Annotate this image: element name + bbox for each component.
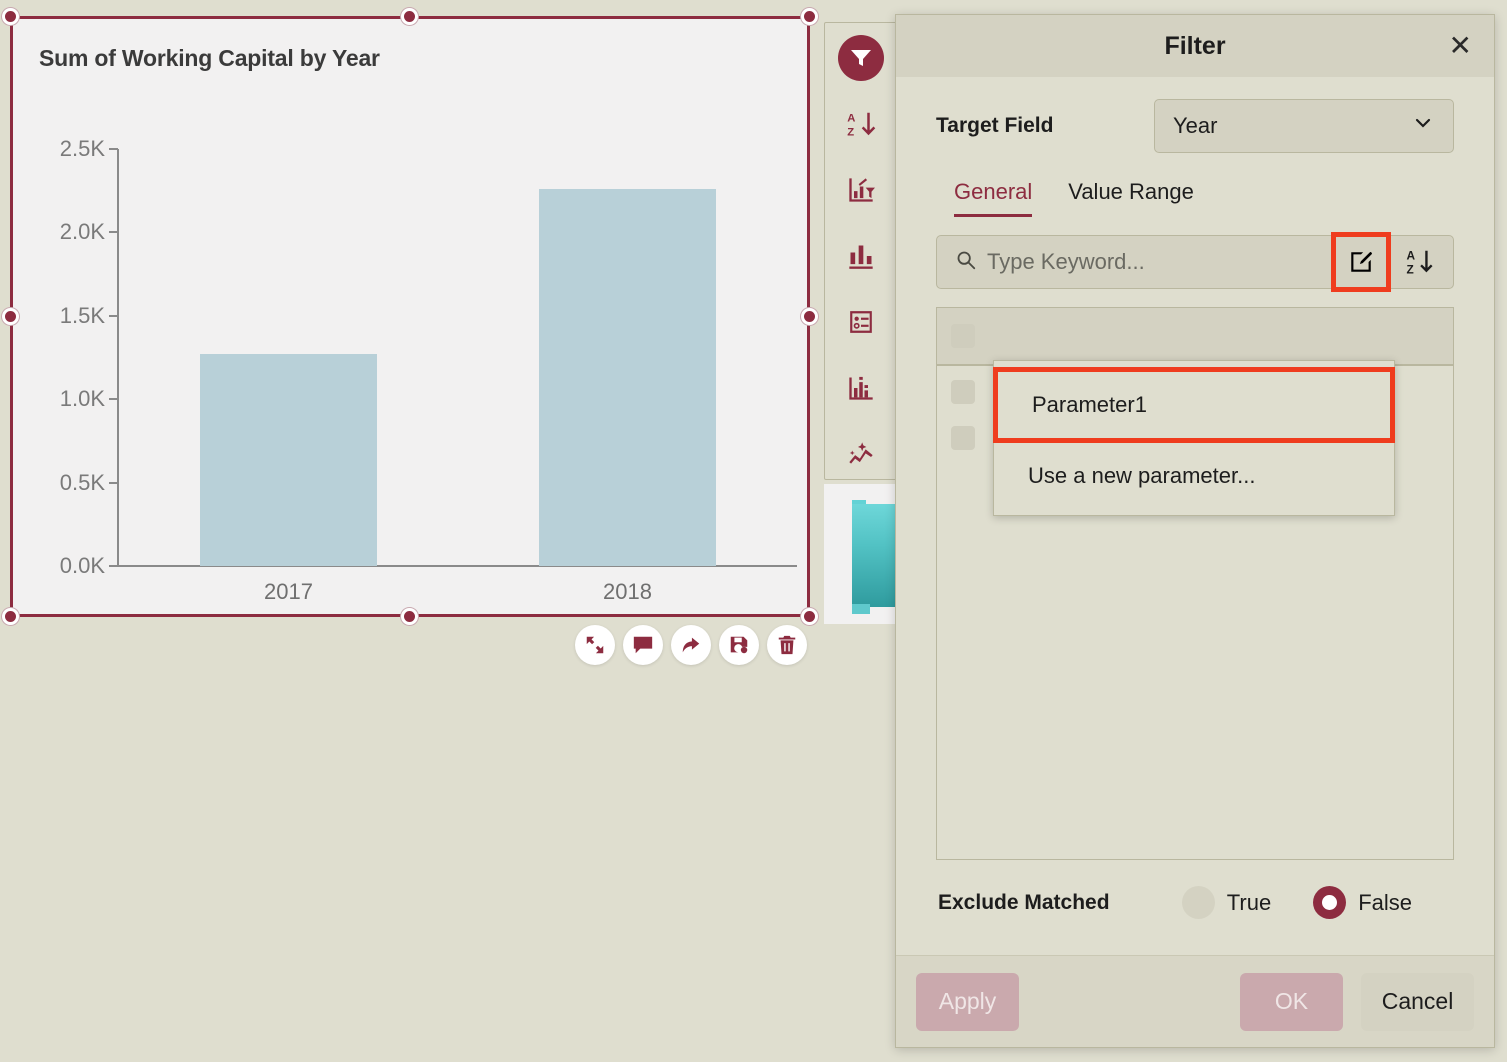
ok-button[interactable]: OK <box>1240 972 1343 1031</box>
popup-item-new-parameter[interactable]: Use a new parameter... <box>994 443 1394 509</box>
bar[interactable] <box>200 354 377 566</box>
dialog-title: Filter <box>1164 31 1226 60</box>
save-button[interactable] <box>719 625 759 665</box>
exclude-matched-label: Exclude Matched <box>938 890 1110 914</box>
filter-icon <box>851 50 871 66</box>
target-field-row: Target Field Year <box>936 99 1454 153</box>
chart-widget[interactable]: Sum of Working Capital by Year 0.0K 0.5K 1… <box>10 16 810 617</box>
radio-false-label: False <box>1358 889 1412 915</box>
target-field-value: Year <box>1173 113 1218 138</box>
popup-item-parameter1[interactable]: Parameter1 <box>993 367 1395 443</box>
resize-handle-top-center[interactable] <box>401 8 418 25</box>
resize-handle-mid-right[interactable] <box>801 308 818 325</box>
resize-handle-bottom-right[interactable] <box>801 608 818 625</box>
resize-handle-top-left[interactable] <box>2 8 19 25</box>
y-axis-tick-label: 1.5K <box>59 302 105 328</box>
bar-chart-tool[interactable] <box>838 233 884 279</box>
x-axis-tick-label: 2017 <box>264 579 313 604</box>
chart-tools-toolbar: A Z <box>824 22 898 480</box>
expand-button[interactable] <box>575 625 615 665</box>
resize-handle-mid-left[interactable] <box>2 308 19 325</box>
teal-bar-cap-bottom <box>852 604 870 614</box>
y-axis-tick-label: 0.5K <box>59 469 105 495</box>
exclude-matched-row: Exclude Matched True False <box>936 886 1454 919</box>
sort-tool[interactable]: A Z <box>838 101 884 147</box>
y-axis-tick-label: 2.5K <box>59 136 105 161</box>
svg-text:A: A <box>1407 249 1416 263</box>
value-list-header <box>936 307 1454 365</box>
bars-container <box>119 149 797 566</box>
histogram-tool[interactable] <box>838 365 884 411</box>
parameter-popup-menu: Parameter1 Use a new parameter... <box>993 360 1395 516</box>
bar-chart-icon <box>849 245 873 269</box>
chart-filter-tool[interactable] <box>838 167 884 213</box>
x-axis-tick-label: 2018 <box>603 579 652 604</box>
trend-line-icon <box>849 442 873 464</box>
app-root: Sum of Working Capital by Year 0.0K 0.5K 1… <box>0 0 1507 1062</box>
legend-tool[interactable] <box>838 299 884 345</box>
edit-parameter-icon <box>1351 251 1372 272</box>
list-item-checkbox[interactable] <box>951 426 975 450</box>
tab-value-range[interactable]: Value Range <box>1068 179 1194 217</box>
sort-az-icon: A Z <box>847 113 876 138</box>
search-icon <box>955 249 977 276</box>
comment-icon <box>633 636 653 654</box>
keyword-search-bar: Type Keyword... A Z <box>936 232 1454 292</box>
close-icon[interactable]: ✕ <box>1449 32 1472 60</box>
bar[interactable] <box>539 189 716 566</box>
chart-filter-icon <box>849 178 875 202</box>
tab-general[interactable]: General <box>954 179 1033 217</box>
exclude-false-option[interactable]: False <box>1313 886 1412 919</box>
dialog-body: Target Field Year General Value Range Ty… <box>896 77 1494 955</box>
svg-text:A: A <box>847 113 855 125</box>
sort-list-button[interactable]: A Z <box>1393 236 1445 288</box>
resize-handle-top-right[interactable] <box>801 8 818 25</box>
y-axis-tick-label: 2.0K <box>59 219 105 245</box>
expand-icon <box>586 636 604 654</box>
filter-dialog: Filter ✕ Target Field Year General Value… <box>895 14 1495 1048</box>
exclude-true-option[interactable]: True <box>1181 886 1272 919</box>
widget-action-bar <box>575 625 807 665</box>
dialog-footer: Apply OK Cancel <box>896 955 1494 1047</box>
comment-button[interactable] <box>623 625 663 665</box>
trendline-tool[interactable] <box>838 431 884 477</box>
dialog-header: Filter ✕ <box>896 15 1494 77</box>
search-input[interactable]: Type Keyword... <box>987 249 1145 275</box>
select-all-checkbox[interactable] <box>951 324 975 348</box>
share-arrow-icon <box>682 637 700 653</box>
sort-az-icon: A Z <box>1407 249 1433 276</box>
target-field-select[interactable]: Year <box>1154 99 1454 153</box>
resize-handle-bottom-left[interactable] <box>2 608 19 625</box>
background-chart-panel <box>824 484 902 624</box>
y-axis-tick-label: 0.0K <box>59 553 105 578</box>
list-item-checkbox[interactable] <box>951 380 975 404</box>
share-button[interactable] <box>671 625 711 665</box>
svg-text:Z: Z <box>847 126 854 138</box>
cancel-button[interactable]: Cancel <box>1361 972 1474 1031</box>
trash-icon <box>778 635 796 655</box>
y-axis-tick-label: 1.0K <box>59 386 105 412</box>
radio-true[interactable] <box>1181 886 1215 919</box>
apply-button[interactable]: Apply <box>916 972 1019 1031</box>
delete-button[interactable] <box>767 625 807 665</box>
svg-text:Z: Z <box>1407 262 1414 276</box>
histogram-icon <box>849 376 873 400</box>
bar-chart: 0.0K 0.5K 1.0K 1.5K 2.0K 2.5K 2017 2018 <box>13 19 807 614</box>
radio-false[interactable] <box>1313 886 1347 919</box>
resize-handle-bottom-center[interactable] <box>401 608 418 625</box>
dialog-tabs: General Value Range <box>936 179 1454 217</box>
legend-list-icon <box>850 311 872 333</box>
target-field-label: Target Field <box>936 114 1054 137</box>
edit-parameter-button[interactable] <box>1331 232 1391 292</box>
radio-true-label: True <box>1226 889 1272 915</box>
filter-tool[interactable] <box>838 35 884 81</box>
chevron-down-icon <box>1411 111 1435 141</box>
save-icon <box>730 636 748 654</box>
